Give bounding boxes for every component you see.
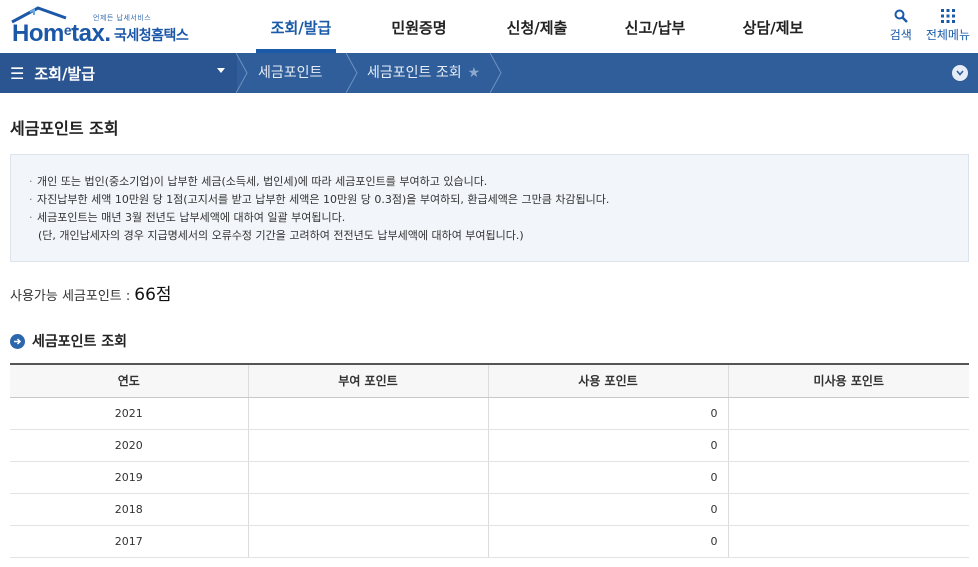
points-table: 연도 부여 포인트 사용 포인트 미사용 포인트 2021 0 2020 0 2… [10, 363, 969, 558]
all-menu-button[interactable]: 전체메뉴 [926, 6, 970, 43]
cell-used: 0 [487, 461, 728, 494]
breadcrumb-separator-icon [490, 53, 502, 93]
cell-granted [247, 461, 488, 494]
search-icon [894, 9, 908, 23]
cell-unused [727, 461, 969, 494]
table-row: 2018 0 [10, 493, 969, 526]
gnb-item-consult[interactable]: 상담/제보 [714, 0, 832, 53]
breadcrumb-level2-label: 세금포인트 조회 [367, 65, 462, 81]
table-header-row: 연도 부여 포인트 사용 포인트 미사용 포인트 [10, 363, 969, 398]
table-row: 2021 0 [10, 397, 969, 430]
grid-icon [940, 9, 955, 23]
section-title-label: 세금포인트 조회 [32, 334, 128, 350]
cell-unused [727, 429, 969, 462]
logo-brand-kr: 국세청홈택스 [114, 28, 189, 44]
bullet-icon: · [29, 175, 33, 188]
search-button[interactable]: 검색 [890, 6, 912, 43]
breadcrumb-level1[interactable]: 세금포인트 [258, 53, 322, 93]
search-label: 검색 [889, 28, 912, 42]
notice-text: 자진납부한 세액 10만원 당 1점(고지서를 받고 납부한 세액은 10만원 … [37, 193, 610, 206]
star-icon[interactable]: ★ [468, 65, 481, 81]
hometax-logo[interactable]: 언제든 납세서비스 Hometax. 국세청홈택스 [8, 4, 193, 48]
arrow-circle-icon [10, 333, 25, 349]
utility-menu: 검색 전체메뉴 [890, 6, 970, 43]
cell-year: 2021 [10, 397, 248, 430]
col-header-used: 사용 포인트 [487, 363, 728, 398]
all-menu-label: 전체메뉴 [925, 28, 970, 42]
gnb-item-filing[interactable]: 신고/납부 [596, 0, 714, 53]
cell-year: 2018 [10, 493, 248, 526]
notice-line: · 자진납부한 세액 10만원 당 1점(고지서를 받고 납부한 세액은 10만원… [29, 191, 950, 209]
notice-line-sub: (단, 개인납세자의 경우 지급명세서의 오류수정 기간을 고려하여 전전년도 … [38, 229, 524, 242]
chevron-down-icon [956, 70, 964, 76]
bullet-icon: · [29, 193, 33, 206]
notice-text: 세금포인트는 매년 3월 전년도 납부세액에 대하여 일괄 부여됩니다. [37, 211, 346, 224]
logo-brand-tail: tax. [71, 20, 111, 47]
dropdown-caret-icon [217, 68, 225, 73]
logo-brand: Hometax. [12, 20, 111, 48]
cell-granted [247, 397, 488, 430]
notice-box: · 개인 또는 법인(중소기업)이 납부한 세금(소득세, 법인세)에 따라 세금… [10, 154, 969, 262]
col-header-granted: 부여 포인트 [247, 363, 488, 398]
gnb-item-inquiry[interactable]: 조회/발급 [242, 0, 360, 53]
available-points-label: 사용가능 세금포인트 : [10, 289, 131, 304]
available-points-value: 66점 [134, 285, 172, 305]
cell-year: 2020 [10, 429, 248, 462]
table-row: 2019 0 [10, 461, 969, 494]
col-header-unused: 미사용 포인트 [727, 363, 969, 398]
page-title: 세금포인트 조회 [10, 119, 119, 138]
table-row: 2017 0 [10, 525, 969, 558]
breadcrumb-menu-label: 조회/발급 [34, 64, 96, 83]
col-header-year: 연도 [10, 363, 248, 398]
cell-year: 2019 [10, 461, 248, 494]
cell-used: 0 [487, 429, 728, 462]
cell-unused [727, 397, 969, 430]
cell-year: 2017 [10, 525, 248, 558]
breadcrumb-separator-icon [236, 53, 248, 93]
gnb-item-application[interactable]: 신청/제출 [478, 0, 596, 53]
gnb-item-certificate[interactable]: 민원증명 [360, 0, 478, 53]
cell-used: 0 [487, 525, 728, 558]
notice-line: · 개인 또는 법인(중소기업)이 납부한 세금(소득세, 법인세)에 따라 세금… [29, 173, 950, 191]
cell-used: 0 [487, 397, 728, 430]
breadcrumb-menu-dropdown[interactable]: ☰ 조회/발급 [0, 53, 237, 93]
available-points: 사용가능 세금포인트 :66점 [10, 280, 172, 305]
site-header: 언제든 납세서비스 Hometax. 국세청홈택스 조회/발급 민원증명 신청/… [0, 0, 978, 53]
notice-line: · 세금포인트는 매년 3월 전년도 납부세액에 대하여 일괄 부여됩니다. [29, 209, 950, 227]
breadcrumb-level2[interactable]: 세금포인트 조회 ★ [367, 53, 480, 93]
cell-used: 0 [487, 493, 728, 526]
cell-granted [247, 429, 488, 462]
cell-unused [727, 493, 969, 526]
global-nav: 조회/발급 민원증명 신청/제출 신고/납부 상담/제보 [242, 0, 832, 53]
bullet-icon: · [29, 211, 33, 224]
logo-brand-main: Hom [12, 20, 64, 47]
cell-granted [247, 493, 488, 526]
breadcrumb-separator-icon [346, 53, 358, 93]
cell-granted [247, 525, 488, 558]
breadcrumb-toggle-button[interactable] [952, 65, 968, 81]
table-row: 2020 0 [10, 429, 969, 462]
notice-text: 개인 또는 법인(중소기업)이 납부한 세금(소득세, 법인세)에 따라 세금포… [37, 175, 488, 188]
section-title: 세금포인트 조회 [10, 331, 127, 351]
hamburger-icon: ☰ [10, 63, 25, 83]
breadcrumb-bar: ☰ 조회/발급 세금포인트 세금포인트 조회 ★ [0, 53, 978, 93]
cell-unused [727, 525, 969, 558]
